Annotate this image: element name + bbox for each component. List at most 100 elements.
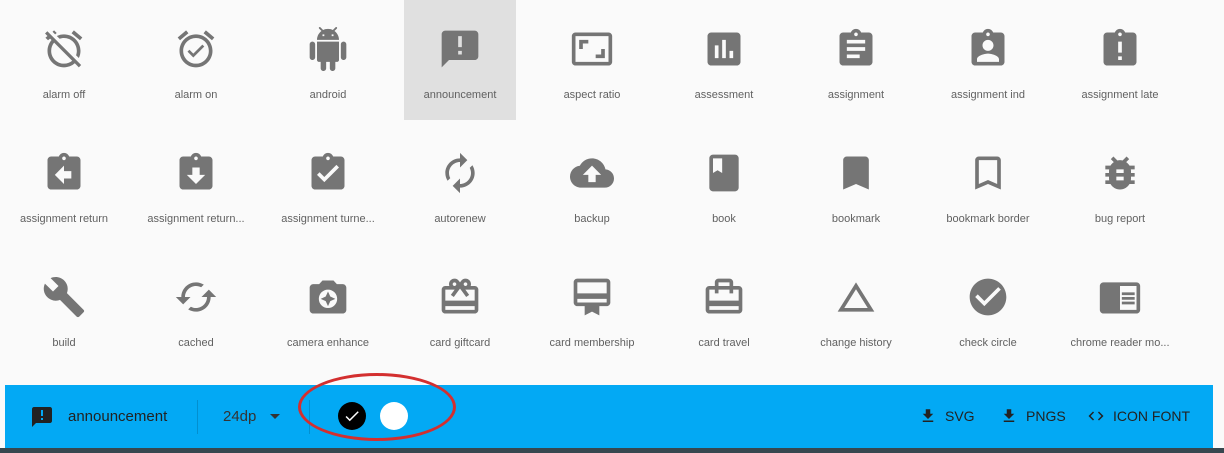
icon-label: assignment return bbox=[19, 213, 109, 225]
icon-tile-assignment[interactable]: assignment bbox=[800, 0, 912, 120]
icon-tile-assignment-ind[interactable]: assignment ind bbox=[932, 0, 1044, 120]
icon-label: assignment turne... bbox=[281, 213, 375, 225]
icon-label: chrome reader mo... bbox=[1070, 337, 1170, 349]
alarm-on-icon bbox=[172, 25, 220, 73]
icon-label: announcement bbox=[423, 89, 497, 101]
divider bbox=[197, 400, 198, 434]
icon-label: backup bbox=[574, 213, 610, 225]
assignment-ind-icon bbox=[964, 25, 1012, 73]
icon-tile-alarm-on[interactable]: alarm on bbox=[140, 0, 252, 120]
alarm-off-icon bbox=[40, 25, 88, 73]
cached-icon bbox=[172, 273, 220, 321]
icon-tile-change-history[interactable]: change history bbox=[800, 248, 912, 368]
icon-tile-card-travel[interactable]: card travel bbox=[668, 248, 780, 368]
icon-tile-card-membership[interactable]: card membership bbox=[536, 248, 648, 368]
icon-label: build bbox=[52, 337, 76, 349]
icon-tile-assignment-returned[interactable]: assignment return... bbox=[140, 124, 252, 244]
code-icon bbox=[1088, 411, 1104, 421]
icon-tile-assessment[interactable]: assessment bbox=[668, 0, 780, 120]
icon-tile-cached[interactable]: cached bbox=[140, 248, 252, 368]
icon-label: book bbox=[712, 213, 736, 225]
aspect-ratio-icon bbox=[568, 25, 616, 73]
icon-font-label: ICON FONT bbox=[1113, 408, 1190, 424]
build-icon bbox=[40, 273, 88, 321]
assignment-turned-in-icon bbox=[304, 149, 352, 197]
download-icon bbox=[1003, 409, 1015, 422]
icon-tile-card-giftcard[interactable]: card giftcard bbox=[404, 248, 516, 368]
icon-label: autorenew bbox=[434, 213, 486, 225]
icon-tile-build[interactable]: build bbox=[8, 248, 120, 368]
icon-tile-alarm-off[interactable]: alarm off bbox=[8, 0, 120, 120]
card-giftcard-icon bbox=[436, 273, 484, 321]
icon-label: card travel bbox=[698, 337, 750, 349]
book-icon bbox=[700, 149, 748, 197]
icon-label: card giftcard bbox=[429, 337, 491, 349]
icon-tile-camera-enhance[interactable]: camera enhance bbox=[272, 248, 384, 368]
icon-label: assessment bbox=[694, 89, 754, 101]
icon-tile-aspect-ratio[interactable]: aspect ratio bbox=[536, 0, 648, 120]
annotation-ellipse bbox=[298, 373, 456, 441]
icon-label: bug report bbox=[1094, 213, 1146, 225]
assignment-icon bbox=[832, 25, 880, 73]
card-membership-icon bbox=[568, 273, 616, 321]
assignment-returned-icon bbox=[172, 149, 220, 197]
icon-tile-bug-report[interactable]: bug report bbox=[1064, 124, 1176, 244]
icon-tile-check-circle[interactable]: check circle bbox=[932, 248, 1044, 368]
icon-label: android bbox=[309, 89, 347, 101]
icon-tile-bookmark[interactable]: bookmark bbox=[800, 124, 912, 244]
icon-label: cached bbox=[178, 337, 214, 349]
icon-label: assignment ind bbox=[951, 89, 1025, 101]
size-dropdown[interactable]: 24dp bbox=[223, 408, 281, 425]
icon-tile-book[interactable]: book bbox=[668, 124, 780, 244]
android-icon bbox=[304, 25, 352, 73]
icon-label: alarm on bbox=[174, 89, 218, 101]
icon-tile-assignment-return[interactable]: assignment return bbox=[8, 124, 120, 244]
change-history-icon bbox=[832, 273, 880, 321]
icon-font-button[interactable]: ICON FONT bbox=[1087, 407, 1190, 425]
bookmark-border-icon bbox=[964, 149, 1012, 197]
icon-label: bookmark bbox=[831, 213, 881, 225]
icon-tile-autorenew[interactable]: autorenew bbox=[404, 124, 516, 244]
download-svg-button[interactable]: SVG bbox=[919, 407, 975, 425]
check-circle-icon bbox=[964, 273, 1012, 321]
icon-tile-assignment-late[interactable]: assignment late bbox=[1064, 0, 1176, 120]
icon-label: aspect ratio bbox=[563, 89, 621, 101]
selection-toolbar: announcement 24dp SVG PNGS ICON FONT bbox=[5, 385, 1213, 448]
icon-tile-announcement[interactable]: announcement bbox=[404, 0, 516, 120]
icon-tile-bookmark-border[interactable]: bookmark border bbox=[932, 124, 1044, 244]
icon-grid: alarm off alarm on android announcement aspe… bbox=[8, 0, 1216, 385]
icon-label: assignment return... bbox=[147, 213, 245, 225]
size-value: 24dp bbox=[223, 408, 257, 425]
assessment-icon bbox=[700, 25, 748, 73]
autorenew-icon bbox=[436, 149, 484, 197]
download-pngs-button[interactable]: PNGS bbox=[1000, 407, 1066, 425]
camera-enhance-icon bbox=[304, 273, 352, 321]
announcement-icon bbox=[436, 25, 484, 73]
bottom-strip bbox=[0, 448, 1224, 453]
icon-label: alarm off bbox=[42, 89, 86, 101]
icon-label: change history bbox=[820, 337, 892, 349]
bookmark-icon bbox=[832, 149, 880, 197]
icon-label: check circle bbox=[959, 337, 1017, 349]
icon-label: assignment bbox=[827, 89, 885, 101]
backup-icon bbox=[568, 149, 616, 197]
icon-tile-chrome-reader-mode[interactable]: chrome reader mo... bbox=[1064, 248, 1176, 368]
download-svg-label: SVG bbox=[945, 408, 975, 424]
icon-label: assignment late bbox=[1081, 89, 1159, 101]
bug-report-icon bbox=[1096, 149, 1144, 197]
selected-icon-name: announcement bbox=[68, 408, 168, 425]
assignment-return-icon bbox=[40, 149, 88, 197]
download-pngs-label: PNGS bbox=[1026, 408, 1066, 424]
announcement-icon bbox=[30, 405, 54, 429]
chevron-down-icon bbox=[270, 414, 281, 419]
card-travel-icon bbox=[700, 273, 748, 321]
download-icon bbox=[922, 409, 934, 422]
icon-tile-assignment-turned-in[interactable]: assignment turne... bbox=[272, 124, 384, 244]
icon-label: camera enhance bbox=[287, 337, 369, 349]
icon-label: card membership bbox=[549, 337, 635, 349]
assignment-late-icon bbox=[1096, 25, 1144, 73]
chrome-reader-mode-icon bbox=[1096, 273, 1144, 321]
icon-tile-android[interactable]: android bbox=[272, 0, 384, 120]
icon-tile-backup[interactable]: backup bbox=[536, 124, 648, 244]
icon-label: bookmark border bbox=[946, 213, 1030, 225]
